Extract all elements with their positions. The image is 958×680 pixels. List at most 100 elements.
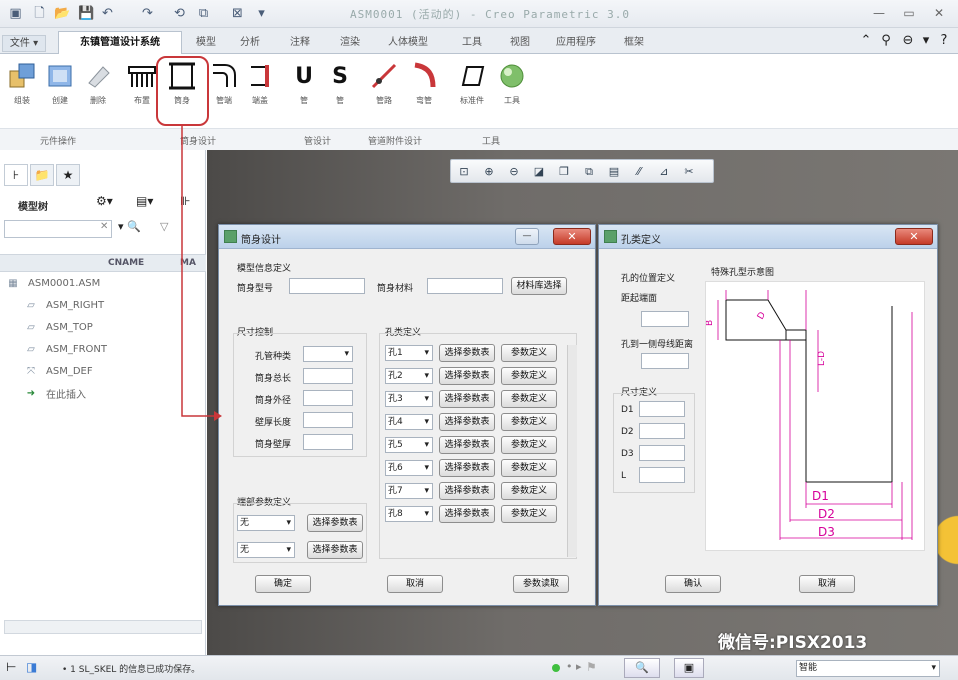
- ribbon-button-elbow[interactable]: 管端: [204, 60, 244, 126]
- tree-item-insert-here[interactable]: ➜ 在此插入: [24, 384, 86, 402]
- spin-center-icon[interactable]: ✂: [680, 163, 698, 181]
- hole-param-def-button[interactable]: 参数定义: [501, 413, 557, 431]
- column-cname[interactable]: CNAME: [108, 258, 144, 268]
- tab-analysis[interactable]: 分析: [230, 34, 270, 52]
- datum-display-icon[interactable]: ⁄⁄: [630, 163, 648, 181]
- tab-framework[interactable]: 框架: [614, 34, 654, 52]
- hole-select-param-button[interactable]: 选择参数表: [439, 390, 495, 408]
- windows-icon[interactable]: ⧉: [196, 6, 211, 21]
- tree-item-asm-def[interactable]: ⤧ ASM_DEF: [24, 362, 93, 380]
- tab-tools[interactable]: 工具: [452, 34, 492, 52]
- tree-item-asm-top[interactable]: ▱ ASM_TOP: [24, 318, 93, 336]
- hole-dialog-titlebar[interactable]: 孔类定义 ✕: [599, 225, 937, 249]
- zoom-out-icon[interactable]: ⊖: [505, 163, 523, 181]
- dim-d1-input[interactable]: [639, 401, 685, 417]
- body-wall-thickness-input[interactable]: [303, 434, 353, 450]
- tab-applications[interactable]: 应用程序: [548, 34, 604, 52]
- hole-ok-button[interactable]: 确认: [665, 575, 721, 593]
- ribbon-button-assemble[interactable]: 组装: [2, 60, 42, 126]
- body-outer-dia-input[interactable]: [303, 390, 353, 406]
- pos-field-2-input[interactable]: [641, 353, 689, 369]
- ribbon-button-bend[interactable]: 弯管: [404, 60, 444, 126]
- body-design-dialog-titlebar[interactable]: 筒身设计 — ✕: [219, 225, 595, 249]
- dim-d3-input[interactable]: [639, 445, 685, 461]
- model-no-input[interactable]: [289, 278, 365, 294]
- hole-select-param-button[interactable]: 选择参数表: [439, 344, 495, 362]
- hole-param-def-button[interactable]: 参数定义: [501, 482, 557, 500]
- close-window-icon[interactable]: ⊠: [230, 6, 245, 21]
- close-button[interactable]: ✕: [928, 4, 950, 22]
- hole-select-param-button[interactable]: 选择参数表: [439, 413, 495, 431]
- hole-select-param-button[interactable]: 选择参数表: [439, 505, 495, 523]
- hole-select-param-button[interactable]: 选择参数表: [439, 459, 495, 477]
- find-binoculars-icon[interactable]: 🔍: [624, 658, 660, 678]
- ribbon-button-u-tube[interactable]: U 管: [284, 60, 324, 126]
- dim-l-input[interactable]: [639, 467, 685, 483]
- dialog-close-button[interactable]: ✕: [553, 228, 591, 245]
- hole-row-select[interactable]: 孔4: [385, 414, 433, 430]
- hole-row-select[interactable]: 孔1: [385, 345, 433, 361]
- hole-row-select[interactable]: 孔3: [385, 391, 433, 407]
- folder-tab-icon[interactable]: 📁: [30, 164, 54, 186]
- ribbon-button-standard-part[interactable]: 标准件: [452, 60, 492, 126]
- search-icon[interactable]: ⚲: [878, 33, 894, 49]
- tree-item-asm-front[interactable]: ▱ ASM_FRONT: [24, 340, 107, 358]
- dropdown-icon[interactable]: ▾: [918, 33, 934, 49]
- hole-type-select[interactable]: [303, 346, 353, 362]
- undo-icon[interactable]: ↶: [100, 6, 115, 21]
- end-select-param-button-2[interactable]: 选择参数表: [307, 541, 363, 559]
- repaint-icon[interactable]: ◪: [530, 163, 548, 181]
- filter-funnel-icon[interactable]: ▽: [160, 220, 168, 233]
- annotation-display-icon[interactable]: ⊿: [655, 163, 673, 181]
- hole-param-def-button[interactable]: 参数定义: [501, 505, 557, 523]
- tree-filter-icon[interactable]: ▤▾: [136, 194, 153, 208]
- pos-field-1-input[interactable]: [641, 311, 689, 327]
- end-select-2[interactable]: 无: [237, 542, 295, 558]
- redo-icon[interactable]: ↷: [140, 6, 155, 21]
- ok-button[interactable]: 确定: [255, 575, 311, 593]
- tab-pipe-design-system[interactable]: 东镇管道设计系统: [58, 31, 182, 54]
- favorites-tab-icon[interactable]: ★: [56, 164, 80, 186]
- tab-annotate[interactable]: 注释: [280, 34, 320, 52]
- saved-views-icon[interactable]: ⧉: [580, 163, 598, 181]
- tab-model[interactable]: 模型: [186, 34, 226, 52]
- hole-param-def-button[interactable]: 参数定义: [501, 344, 557, 362]
- end-select-param-button-1[interactable]: 选择参数表: [307, 514, 363, 532]
- maximize-button[interactable]: ▭: [898, 4, 920, 22]
- regenerate-icon[interactable]: ⟲: [172, 6, 187, 21]
- param-read-button[interactable]: 参数读取: [513, 575, 569, 593]
- body-length-input[interactable]: [303, 368, 353, 384]
- hole-row-select[interactable]: 孔8: [385, 506, 433, 522]
- browser-toggle-icon[interactable]: ◨: [26, 660, 37, 674]
- cancel-button[interactable]: 取消: [387, 575, 443, 593]
- ribbon-button-tool[interactable]: 工具: [492, 60, 532, 126]
- dialog-minimize-button[interactable]: —: [515, 228, 539, 245]
- tree-search-input[interactable]: [4, 220, 112, 238]
- hole-row-select[interactable]: 孔7: [385, 483, 433, 499]
- tree-settings-icon[interactable]: ⚙▾: [96, 194, 113, 208]
- model-tree-tab-icon[interactable]: ⊦: [4, 164, 28, 186]
- clear-filter-icon[interactable]: ✕: [100, 221, 108, 232]
- open-folder-icon[interactable]: 📂: [54, 6, 70, 21]
- hole-param-def-button[interactable]: 参数定义: [501, 436, 557, 454]
- select-box-icon[interactable]: ▣: [674, 658, 704, 678]
- tree-item-asm-right[interactable]: ▱ ASM_RIGHT: [24, 296, 104, 314]
- hole-param-def-button[interactable]: 参数定义: [501, 367, 557, 385]
- help-icon[interactable]: ?: [936, 33, 952, 49]
- hole-dialog-close-button[interactable]: ✕: [895, 228, 933, 245]
- hole-param-def-button[interactable]: 参数定义: [501, 390, 557, 408]
- view-manager-icon[interactable]: ▤: [605, 163, 623, 181]
- wall-length-input[interactable]: [303, 412, 353, 428]
- minimize-button[interactable]: —: [868, 4, 890, 22]
- hole-select-param-button[interactable]: 选择参数表: [439, 367, 495, 385]
- ribbon-button-end-cap[interactable]: 端盖: [240, 60, 280, 126]
- ribbon-button-delete[interactable]: 删除: [78, 60, 118, 126]
- tab-file[interactable]: 文件 ▾: [2, 35, 46, 52]
- tree-horizontal-scrollbar[interactable]: [4, 620, 202, 634]
- tab-manikin[interactable]: 人体模型: [378, 34, 438, 52]
- hole-cancel-button[interactable]: 取消: [799, 575, 855, 593]
- tree-item-root[interactable]: ▦ ASM0001.ASM: [6, 274, 100, 292]
- customize-toolbar-icon[interactable]: ▾: [254, 6, 269, 21]
- hole-list-scrollbar[interactable]: [567, 345, 577, 557]
- selection-filter-select[interactable]: 智能: [796, 660, 940, 677]
